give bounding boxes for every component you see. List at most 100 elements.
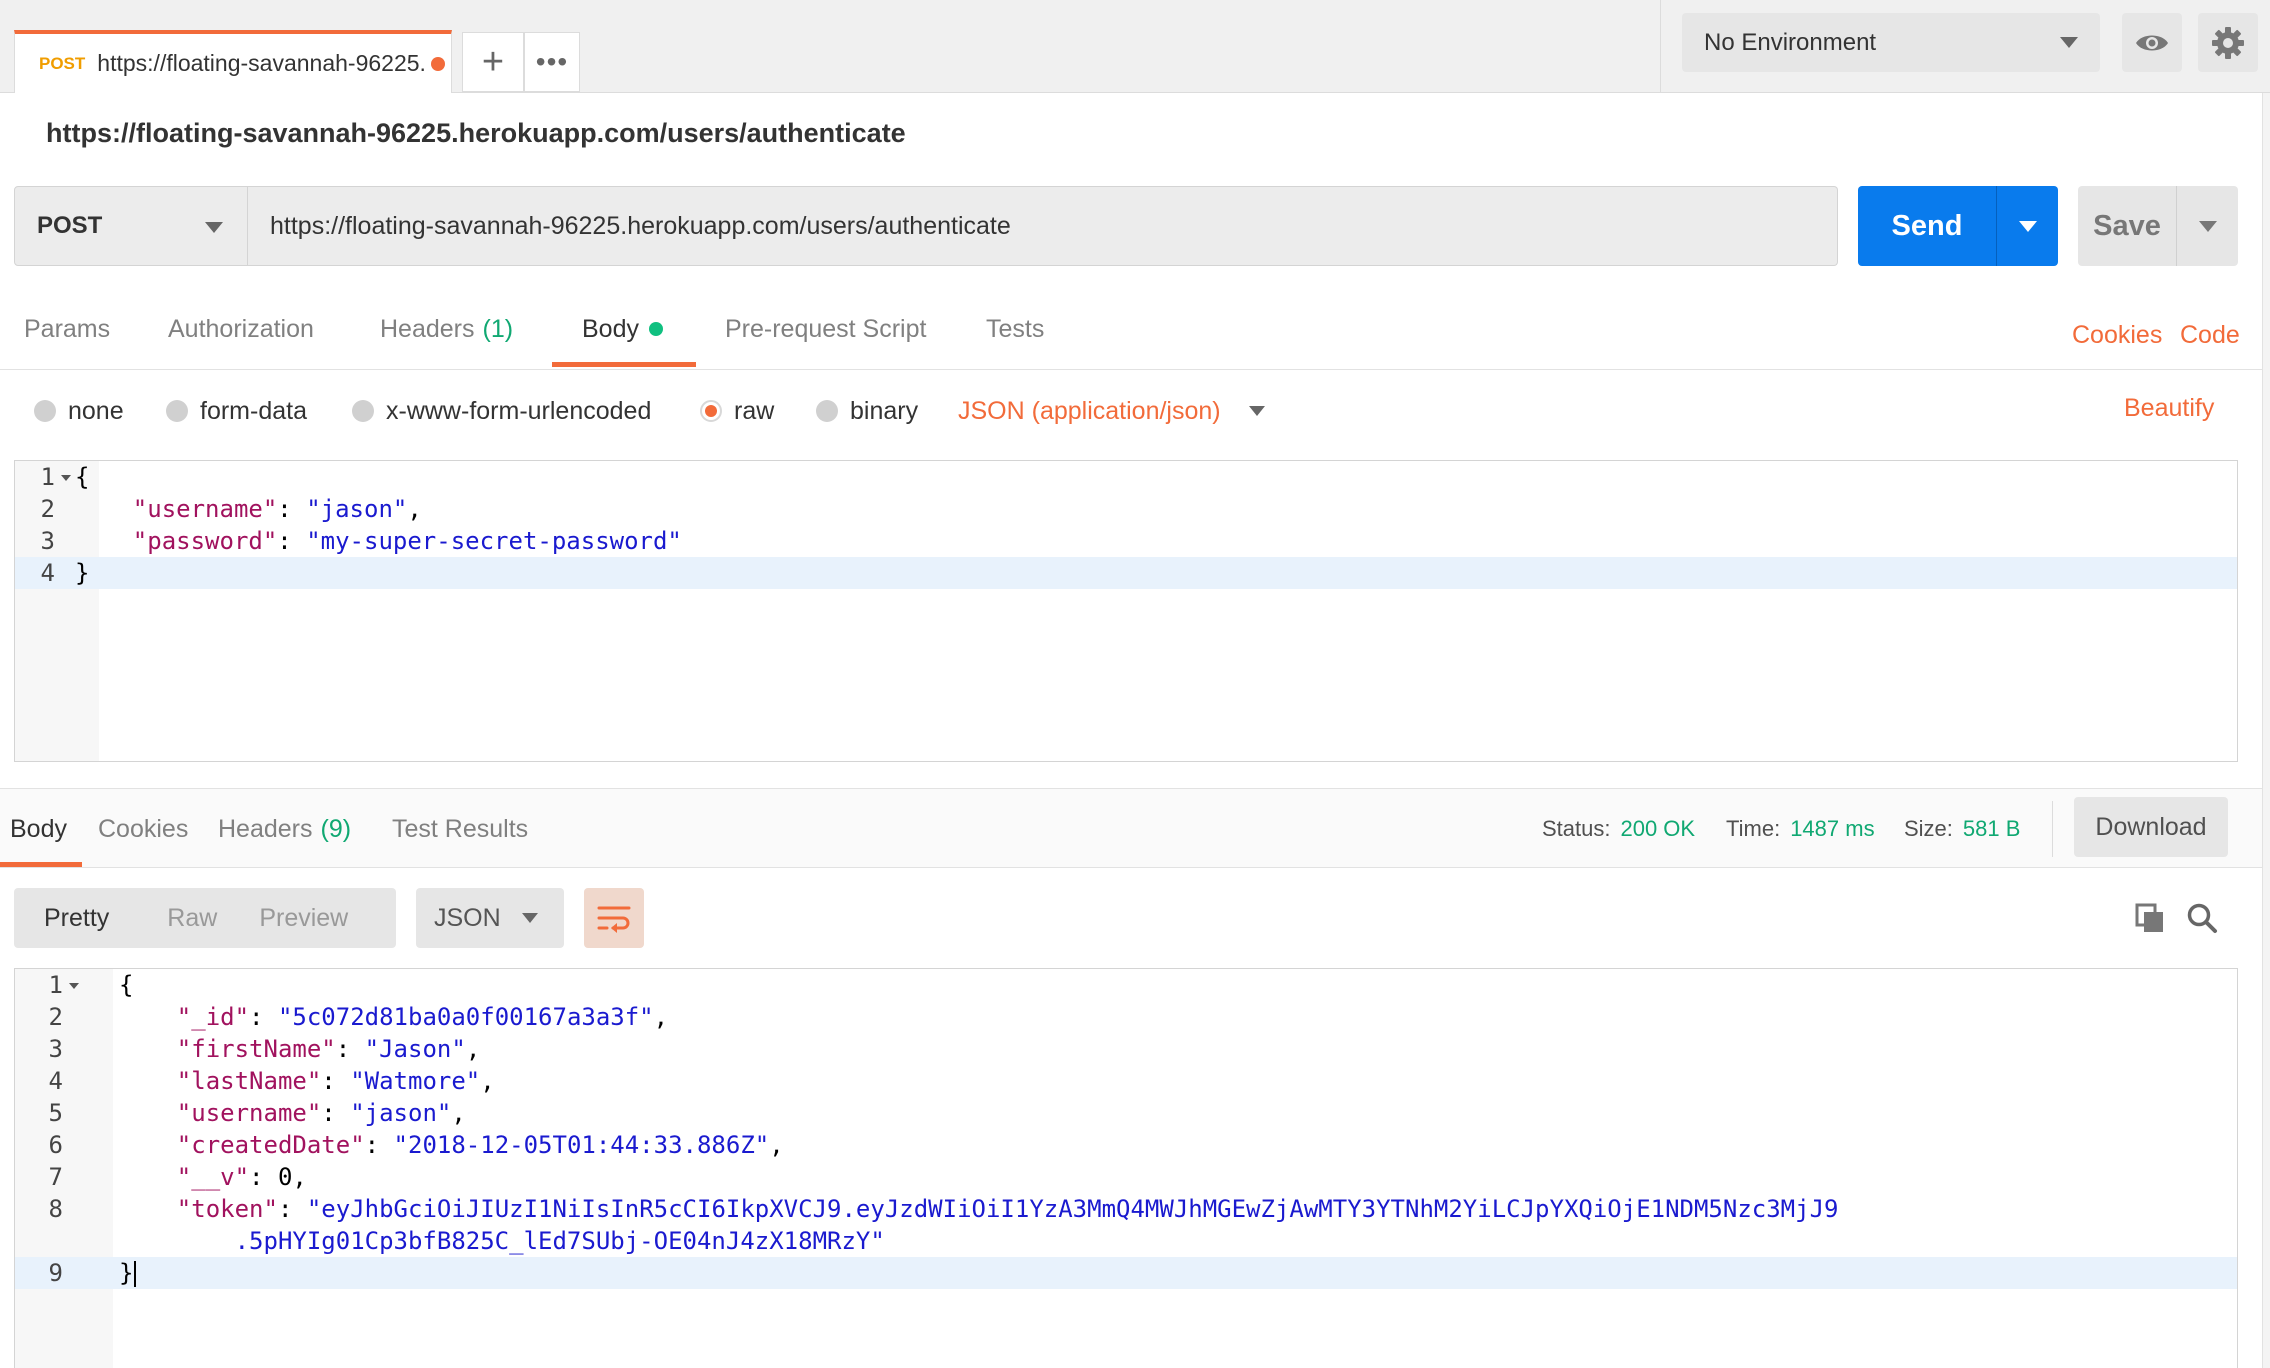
send-label: Send bbox=[1891, 209, 1963, 242]
radio-icon bbox=[166, 400, 188, 422]
status-value: 200 OK bbox=[1620, 816, 1696, 841]
fold-arrow-icon[interactable] bbox=[61, 475, 71, 481]
active-tab-indicator bbox=[0, 862, 82, 867]
code-text: "password": "my-super-secret-password" bbox=[132, 527, 682, 555]
gear-icon bbox=[2212, 26, 2244, 59]
response-format-select[interactable]: JSON bbox=[416, 888, 564, 948]
code-line: 7 "__v": 0, bbox=[15, 1161, 2237, 1193]
radio-x-www-form-urlencoded[interactable]: x-www-form-urlencoded bbox=[352, 386, 651, 436]
view-preview-button[interactable]: Preview bbox=[259, 904, 348, 933]
tab-method-label: POST bbox=[39, 53, 86, 73]
tab-params[interactable]: Params bbox=[24, 288, 110, 370]
line-number: 9 bbox=[48, 1259, 63, 1287]
plus-icon: + bbox=[481, 40, 505, 83]
code-link[interactable]: Code bbox=[2180, 321, 2240, 350]
download-label: Download bbox=[2095, 812, 2207, 841]
chevron-down-icon bbox=[2198, 220, 2217, 232]
url-text: https://floating-savannah-96225.herokuap… bbox=[270, 211, 1011, 240]
code-line: 4} bbox=[15, 557, 2237, 589]
send-options-button[interactable] bbox=[1997, 220, 2058, 232]
code-text: "createdDate": "2018-12-05T01:44:33.886Z… bbox=[176, 1131, 784, 1159]
line-number: 5 bbox=[48, 1099, 63, 1127]
radio-selected-icon bbox=[700, 400, 722, 422]
divider bbox=[1660, 0, 1661, 93]
line-number: 2 bbox=[48, 1003, 63, 1031]
code-text: "username": "jason", bbox=[176, 1099, 466, 1127]
line-number: 2 bbox=[40, 495, 55, 523]
size-readout: Size: 581 B bbox=[1904, 789, 2020, 869]
view-raw-button[interactable]: Raw bbox=[167, 904, 217, 933]
headers-count: (9) bbox=[320, 814, 352, 843]
tab-label: Authorization bbox=[168, 314, 314, 343]
body-type-selector: none form-data x-www-form-urlencoded raw… bbox=[0, 386, 2270, 436]
tab-authorization[interactable]: Authorization bbox=[168, 288, 314, 370]
copy-icon bbox=[2135, 903, 2163, 932]
response-tab-body[interactable]: Body bbox=[10, 789, 67, 869]
save-options-button[interactable] bbox=[2177, 220, 2238, 232]
response-tab-headers[interactable]: Headers (9) bbox=[218, 789, 351, 869]
radio-none[interactable]: none bbox=[34, 386, 124, 436]
text-cursor bbox=[134, 1261, 137, 1287]
tab-bar: POST https://floating-savannah-96225.her… bbox=[0, 0, 2270, 93]
code-text: "username": "jason", bbox=[132, 495, 422, 523]
request-body-editor[interactable]: 1{2 "username": "jason", 3 "password": "m… bbox=[14, 460, 2238, 762]
cookies-link[interactable]: Cookies bbox=[2072, 321, 2162, 350]
tab-options-button[interactable]: ••• bbox=[524, 32, 580, 92]
response-tab-cookies[interactable]: Cookies bbox=[98, 789, 188, 869]
url-input[interactable]: https://floating-savannah-96225.herokuap… bbox=[248, 186, 1838, 266]
tab-headers[interactable]: Headers (1) bbox=[380, 288, 513, 370]
chevron-down-icon bbox=[2060, 37, 2078, 48]
tab-body[interactable]: Body bbox=[582, 288, 663, 370]
save-button[interactable]: Save bbox=[2078, 186, 2238, 266]
copy-response-button[interactable] bbox=[2130, 898, 2170, 938]
tab-label: Body bbox=[582, 314, 639, 343]
download-button[interactable]: Download bbox=[2074, 797, 2228, 857]
settings-button[interactable] bbox=[2198, 13, 2258, 72]
tab-tests[interactable]: Tests bbox=[986, 288, 1044, 370]
line-number: 3 bbox=[48, 1035, 63, 1063]
size-label: Size: bbox=[1904, 816, 1953, 841]
time-value: 1487 ms bbox=[1790, 816, 1875, 841]
search-response-button[interactable] bbox=[2182, 898, 2222, 938]
time-label: Time: bbox=[1726, 816, 1781, 841]
method-select[interactable]: POST bbox=[14, 186, 248, 266]
radio-form-data[interactable]: form-data bbox=[166, 386, 307, 436]
view-pretty-button[interactable]: Pretty bbox=[44, 904, 109, 933]
code-line: 6 "createdDate": "2018-12-05T01:44:33.88… bbox=[15, 1129, 2237, 1161]
wrap-lines-button[interactable] bbox=[584, 888, 644, 948]
divider bbox=[2052, 801, 2053, 857]
fold-arrow-icon[interactable] bbox=[69, 983, 79, 989]
radio-binary[interactable]: binary bbox=[816, 386, 918, 436]
response-tab-test-results[interactable]: Test Results bbox=[392, 789, 528, 869]
tab-label: Body bbox=[10, 814, 67, 843]
code-line: 3 "firstName": "Jason", bbox=[15, 1033, 2237, 1065]
code-text: "lastName": "Watmore", bbox=[176, 1067, 495, 1095]
code-text: "firstName": "Jason", bbox=[176, 1035, 481, 1063]
tab-pre-request-script[interactable]: Pre-request Script bbox=[725, 288, 926, 370]
line-number: 6 bbox=[48, 1131, 63, 1159]
tab-label: Params bbox=[24, 314, 111, 343]
line-number: 4 bbox=[40, 559, 55, 587]
radio-icon bbox=[34, 400, 56, 422]
send-button[interactable]: Send bbox=[1858, 186, 2058, 266]
response-tabs: Body Cookies Headers (9) Test Results St… bbox=[0, 788, 2270, 868]
request-title: https://floating-savannah-96225.herokuap… bbox=[46, 118, 906, 148]
request-tab[interactable]: POST https://floating-savannah-96225.her… bbox=[14, 30, 452, 93]
response-body-viewer[interactable]: 1{2 "_id": "5c072d81ba0a0f00167a3a3f", 3 … bbox=[14, 968, 2238, 1368]
new-tab-button[interactable]: + bbox=[462, 32, 524, 92]
request-tabs: Params Authorization Headers (1) Body Pr… bbox=[0, 288, 2270, 370]
environment-quick-look-button[interactable] bbox=[2122, 13, 2182, 72]
radio-raw[interactable]: raw bbox=[700, 386, 774, 436]
scrollbar[interactable] bbox=[2262, 93, 2270, 1368]
content-type-select[interactable]: JSON (application/json) bbox=[958, 386, 1265, 436]
beautify-link[interactable]: Beautify bbox=[2124, 394, 2214, 423]
environment-select[interactable]: No Environment bbox=[1682, 13, 2100, 72]
code-line: 3 "password": "my-super-secret-password" bbox=[15, 525, 2237, 557]
code-line: 5 "username": "jason", bbox=[15, 1097, 2237, 1129]
radio-label: form-data bbox=[200, 396, 307, 425]
code-line: 2 "username": "jason", bbox=[15, 493, 2237, 525]
environment-label: No Environment bbox=[1704, 28, 1877, 56]
tab-label: Test Results bbox=[392, 814, 529, 843]
chevron-down-icon bbox=[2018, 220, 2037, 232]
search-icon bbox=[2187, 903, 2217, 933]
